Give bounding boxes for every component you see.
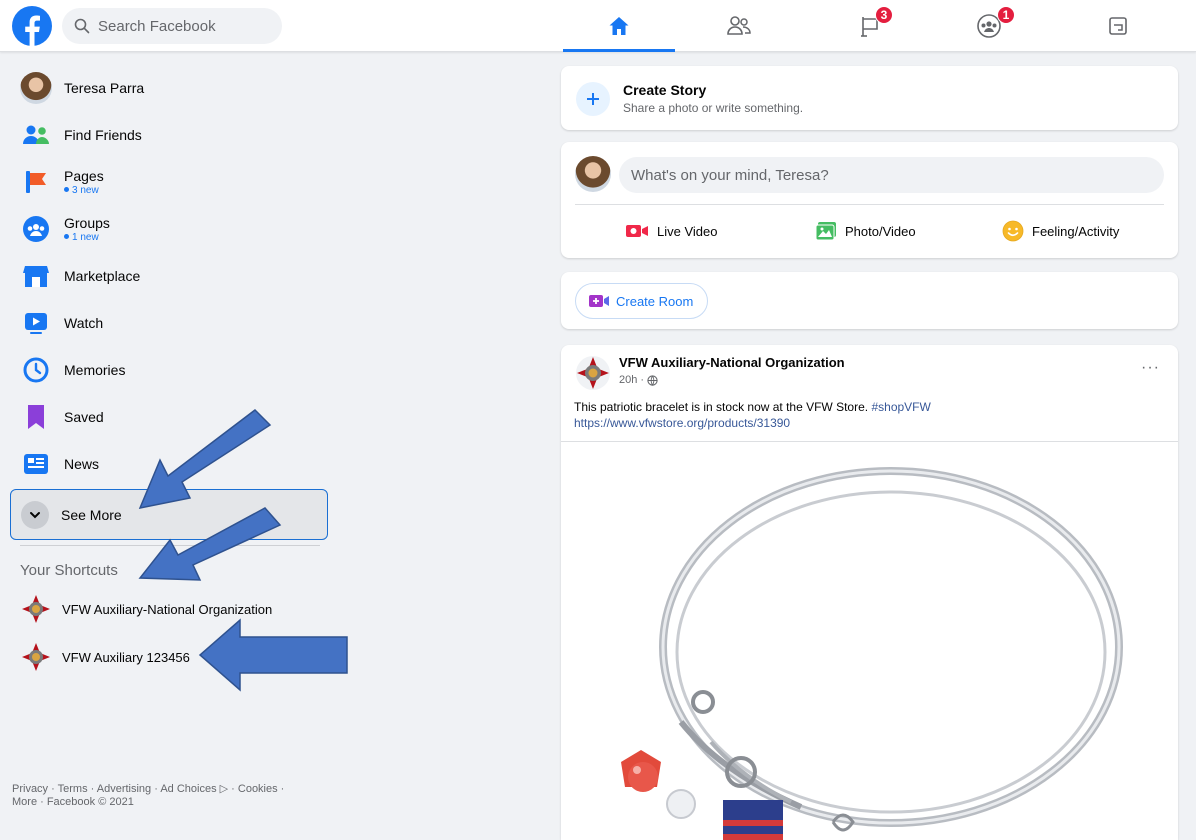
hashtag-link[interactable]: #shopVFW [871, 400, 930, 414]
post-options-button[interactable]: ··· [1141, 359, 1160, 377]
sidebar-item-label: News [64, 455, 100, 472]
search-icon [74, 18, 90, 34]
shortcut-vfw-national[interactable]: VFW Auxiliary-National Organization [20, 593, 272, 625]
avatar [575, 156, 611, 192]
create-room-card: Create Room [561, 272, 1178, 329]
sidebar-item-memories[interactable]: Memories [8, 346, 328, 393]
sidebar-item-news[interactable]: News [8, 440, 328, 487]
room-video-icon [589, 295, 609, 307]
memories-clock-icon [23, 357, 49, 382]
live-video-icon [626, 225, 648, 237]
shortcut-label: VFW Auxiliary 123456 [62, 649, 190, 665]
sidebar-item-groups[interactable]: Groups 1 new [8, 205, 328, 252]
globe-icon [647, 374, 658, 386]
sidebar-item-label: Pages [64, 167, 104, 184]
live-video-label: Live Video [657, 223, 718, 239]
create-room-label: Create Room [616, 293, 694, 309]
whats-on-your-mind-input[interactable]: What's on your mind, Teresa? [619, 157, 1164, 193]
create-story-card[interactable]: Create Story Share a photo or write some… [561, 66, 1178, 130]
find-friends-icon [23, 125, 49, 144]
tab-home[interactable] [563, 0, 675, 52]
create-room-button[interactable]: Create Room [575, 283, 708, 319]
create-story-title: Create Story [623, 82, 707, 98]
plus-icon [576, 82, 610, 116]
vfw-logo-icon[interactable] [575, 355, 611, 391]
create-story-subtitle: Share a photo or write something. [623, 101, 804, 115]
post-composer: What's on your mind, Teresa? Live Video … [561, 142, 1178, 258]
footer-line[interactable]: Privacy · Terms · Advertising · Ad Choic… [12, 783, 312, 796]
shortcut-label: VFW Auxiliary-National Organization [62, 601, 273, 617]
vfw-logo-icon [21, 594, 51, 624]
tab-pages[interactable]: 3 [814, 0, 926, 52]
tab-gaming[interactable] [1062, 0, 1174, 52]
watch-icon [25, 312, 47, 334]
sidebar-item-find-friends[interactable]: Find Friends [8, 111, 328, 158]
sidebar-item-label: Watch [64, 314, 104, 331]
shortcut-vfw-123456[interactable]: VFW Auxiliary 123456 [20, 641, 190, 673]
chevron-down-icon [30, 511, 40, 518]
facebook-logo-icon[interactable] [12, 6, 52, 46]
new-count-badge: 3 new [64, 185, 104, 196]
pages-notification-badge: 3 [875, 6, 893, 24]
saved-bookmark-icon [28, 404, 44, 429]
see-more-label: See More [61, 506, 122, 523]
post-text: This patriotic bracelet is in stock now … [574, 400, 931, 430]
tab-friends[interactable] [683, 0, 795, 52]
top-navigation-bar: 3 1 [0, 0, 1196, 52]
shortcuts-heading: Your Shortcuts [20, 562, 118, 579]
post-url-link[interactable]: https://www.vfwstore.org/products/31390 [574, 416, 790, 430]
new-count-badge: 1 new [64, 232, 110, 243]
sidebar-item-label: Memories [64, 361, 126, 378]
search-box[interactable] [62, 8, 282, 44]
pages-flag-icon [26, 170, 46, 193]
feeling-activity-label: Feeling/Activity [1032, 223, 1120, 239]
live-video-button[interactable]: Live Video [625, 216, 717, 246]
vfw-logo-icon [21, 642, 51, 672]
sidebar-item-label: Teresa Parra [64, 79, 145, 96]
sidebar-item-label: Groups [64, 214, 110, 231]
photo-video-button[interactable]: Photo/Video [815, 216, 916, 246]
footer-line[interactable]: More · Facebook © 2021 [12, 796, 312, 809]
post-image-bracelet[interactable] [561, 442, 1178, 840]
see-more-button[interactable]: See More [10, 489, 328, 540]
composer-divider [575, 204, 1164, 205]
friends-icon [727, 16, 751, 35]
footer-links: Privacy · Terms · Advertising · Ad Choic… [12, 783, 312, 809]
gaming-icon [1109, 17, 1127, 35]
sidebar-divider [20, 545, 320, 546]
avatar [20, 71, 52, 104]
sidebar-item-label: Marketplace [64, 267, 141, 284]
news-icon [24, 453, 48, 474]
groups-notification-badge: 1 [997, 6, 1015, 24]
marketplace-icon [23, 265, 49, 287]
feeling-activity-button[interactable]: Feeling/Activity [1002, 216, 1119, 246]
post-timestamp[interactable]: 20h · [619, 374, 658, 386]
photo-video-icon [815, 222, 836, 241]
sidebar-item-marketplace[interactable]: Marketplace [8, 252, 328, 299]
sidebar-item-label: Find Friends [64, 126, 142, 143]
feeling-smiley-icon [1002, 220, 1024, 242]
sidebar-item-label: Saved [64, 408, 104, 425]
photo-video-label: Photo/Video [845, 223, 916, 239]
search-input[interactable] [98, 17, 268, 35]
tab-groups[interactable]: 1 [933, 0, 1045, 52]
feed-post: VFW Auxiliary-National Organization 20h … [561, 345, 1178, 840]
sidebar-item-pages[interactable]: Pages 3 new [8, 158, 328, 205]
sidebar-item-saved[interactable]: Saved [8, 393, 328, 440]
home-icon [609, 17, 629, 35]
sidebar-item-profile[interactable]: Teresa Parra [8, 64, 328, 111]
post-author[interactable]: VFW Auxiliary-National Organization [619, 355, 845, 370]
sidebar-item-watch[interactable]: Watch [8, 299, 328, 346]
left-sidebar: Teresa Parra Find Friends Pages 3 new Gr… [8, 64, 328, 487]
groups-icon [23, 215, 49, 242]
